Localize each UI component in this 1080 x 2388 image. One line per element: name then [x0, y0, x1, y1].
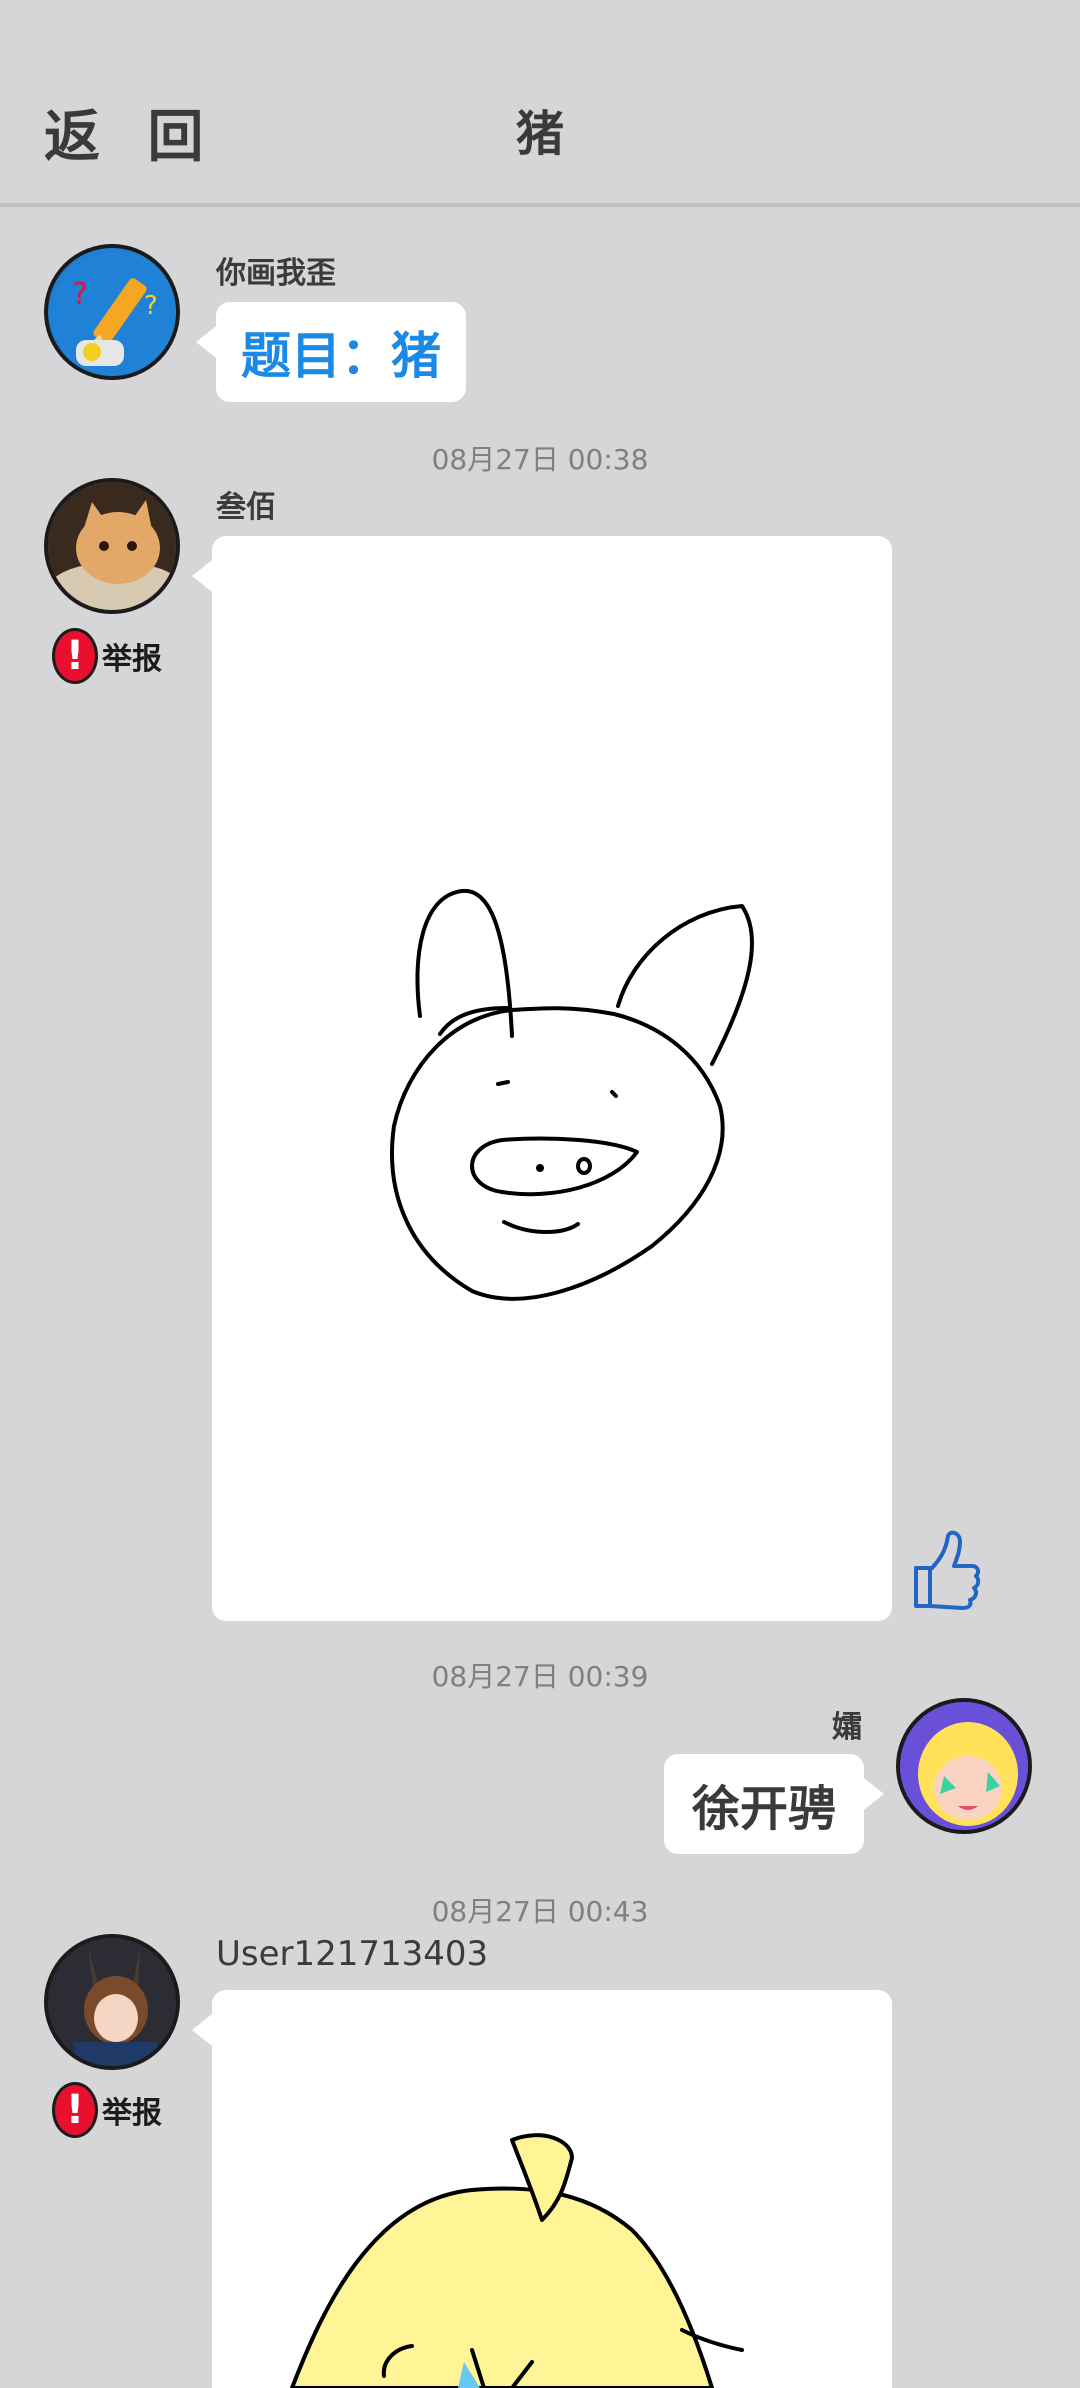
drawing-bubble[interactable]	[192, 1990, 892, 2388]
report-button[interactable]: ! 举报	[52, 2082, 162, 2138]
sender-name: User121713403	[216, 1934, 489, 1974]
avatar-user-bunny[interactable]	[44, 1934, 180, 2070]
report-label: 举报	[102, 642, 162, 677]
avatar-game-host[interactable]: ? ?	[44, 244, 180, 380]
timestamp: 08月27日 00:38	[431, 443, 649, 476]
sender-name: 你画我歪	[216, 256, 336, 291]
header-bar: 返 回 猪	[0, 0, 1080, 207]
avatar-user-cat[interactable]	[44, 478, 180, 614]
timestamp: 08月27日 00:43	[431, 1895, 649, 1928]
pencil-avatar-icon: ? ?	[52, 252, 176, 376]
drawing-bubble[interactable]	[192, 536, 892, 1621]
svg-text:?: ?	[72, 277, 88, 312]
sender-name: 叁佰	[216, 490, 276, 525]
sender-name: 孀	[832, 1710, 862, 1745]
like-button[interactable]	[906, 1528, 982, 1616]
pig-drawing	[390, 888, 754, 1301]
topic-text: 题目：猪	[241, 327, 441, 385]
guess-bubble: 徐开骋	[664, 1754, 884, 1854]
yellow-hair-drawing	[290, 2133, 744, 2388]
cat-photo-avatar	[48, 482, 176, 610]
report-icon: !	[52, 2082, 98, 2138]
timestamp: 08月27日 00:39	[431, 1660, 649, 1693]
svg-text:?: ?	[144, 291, 158, 321]
report-icon: !	[52, 628, 98, 684]
anime-avatar	[900, 1702, 1028, 1830]
report-label: 举报	[102, 2096, 162, 2131]
avatar-anime-girl[interactable]	[896, 1698, 1032, 1834]
report-button[interactable]: ! 举报	[52, 628, 162, 684]
guess-text: 徐开骋	[691, 1781, 836, 1837]
bunny-girl-avatar	[48, 1938, 176, 2066]
thumbs-up-icon	[914, 1530, 981, 1610]
page-title: 猪	[515, 106, 564, 162]
topic-bubble: 题目：猪	[196, 302, 466, 402]
